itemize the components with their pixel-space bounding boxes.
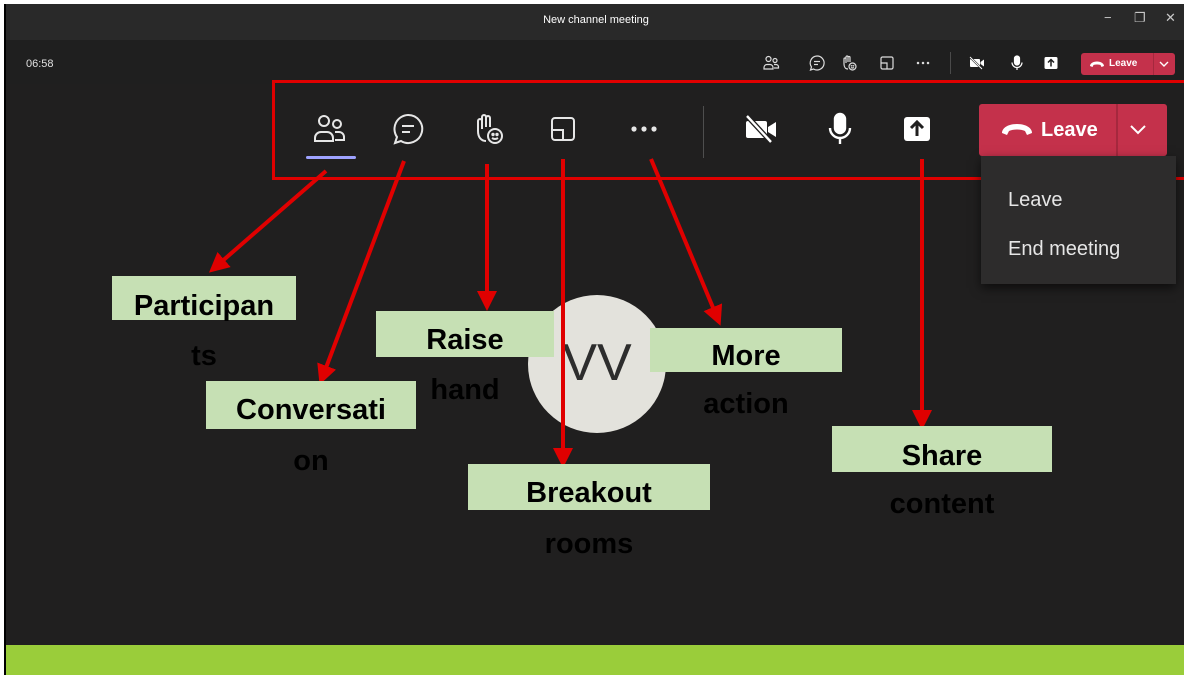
toolbar-divider bbox=[703, 106, 704, 158]
mic-icon[interactable] bbox=[1008, 54, 1026, 72]
chevron-down-icon[interactable] bbox=[1159, 59, 1169, 69]
arrow-more-action bbox=[649, 158, 723, 326]
raise-hand-icon[interactable] bbox=[470, 111, 506, 147]
menu-item-end-meeting[interactable]: End meeting bbox=[1008, 238, 1120, 261]
toolbar-divider bbox=[950, 52, 951, 74]
phone-icon bbox=[1002, 124, 1032, 135]
label-more-action-2: action bbox=[703, 388, 789, 420]
meeting-timer: 06:58 bbox=[26, 58, 54, 70]
window-title: New channel meeting bbox=[543, 14, 649, 26]
leave-button[interactable]: Leave bbox=[979, 104, 1167, 156]
label-more-action-1: More bbox=[711, 340, 781, 372]
more-icon[interactable] bbox=[626, 111, 662, 147]
chat-icon[interactable] bbox=[808, 54, 826, 72]
label-conversation-2: on bbox=[293, 445, 329, 477]
leave-label-small: Leave bbox=[1109, 58, 1138, 69]
label-breakout-rooms-1: Breakout bbox=[526, 477, 652, 509]
minimize-button[interactable]: − bbox=[1104, 10, 1112, 25]
share-icon[interactable] bbox=[899, 111, 935, 147]
participants-icon[interactable] bbox=[762, 54, 780, 72]
label-raise-hand-2: hand bbox=[430, 374, 500, 406]
chevron-down-icon[interactable] bbox=[1127, 118, 1149, 140]
meeting-controls-bar: 06:58 Leave bbox=[6, 40, 1184, 84]
arrow-participants bbox=[208, 169, 328, 273]
leave-dropdown-menu: Leave End meeting bbox=[981, 156, 1176, 284]
label-share-content-2: content bbox=[889, 488, 995, 520]
raise-hand-icon[interactable] bbox=[840, 54, 858, 72]
label-raise-hand-1: Raise bbox=[426, 324, 504, 356]
label-participants-1: Participan bbox=[133, 290, 275, 322]
title-bar: New channel meeting − ❐ ✕ bbox=[6, 4, 1184, 40]
bottom-green-bar bbox=[6, 645, 1184, 675]
active-tab-indicator bbox=[306, 156, 356, 159]
chat-icon[interactable] bbox=[390, 111, 426, 147]
menu-item-leave[interactable]: Leave bbox=[1008, 189, 1063, 212]
meeting-window: New channel meeting − ❐ ✕ 06:58 Leave Le… bbox=[4, 4, 1184, 675]
participants-icon[interactable] bbox=[311, 111, 347, 147]
restore-button[interactable]: ❐ bbox=[1134, 10, 1146, 26]
breakout-rooms-icon[interactable] bbox=[545, 111, 581, 147]
close-button[interactable]: ✕ bbox=[1165, 10, 1176, 26]
leave-split-divider bbox=[1153, 53, 1154, 75]
more-icon[interactable] bbox=[914, 54, 932, 72]
camera-off-icon[interactable] bbox=[968, 54, 986, 72]
share-icon[interactable] bbox=[1042, 54, 1060, 72]
mic-icon[interactable] bbox=[822, 111, 858, 147]
leave-label: Leave bbox=[1041, 119, 1098, 141]
label-breakout-rooms-2: rooms bbox=[544, 528, 634, 560]
label-participants-2: ts bbox=[191, 340, 217, 372]
camera-off-icon[interactable] bbox=[743, 111, 779, 147]
leave-split-divider bbox=[1116, 104, 1118, 156]
label-share-content-1: Share bbox=[901, 440, 983, 472]
phone-icon bbox=[1090, 61, 1104, 67]
breakout-rooms-icon[interactable] bbox=[878, 54, 896, 72]
leave-button-small[interactable]: Leave bbox=[1081, 53, 1175, 75]
